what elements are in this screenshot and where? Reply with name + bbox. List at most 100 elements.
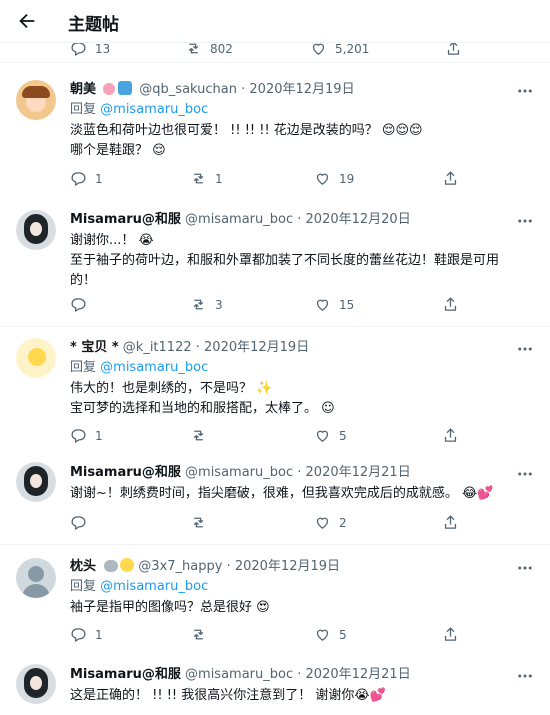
reply-button[interactable]: 1 <box>70 427 103 444</box>
tweet-t5[interactable]: 枕头 @3x7_happy · 2020年12月19日 回复 @misamaru… <box>0 552 550 656</box>
tweet-text-line: 谢谢~！刺绣费时间，指尖磨破，很难，但我喜欢完成后的成就感。 😂💕 <box>70 486 494 501</box>
handle[interactable]: @misamaru_boc <box>185 212 293 227</box>
more-options-icon[interactable] <box>516 212 534 230</box>
tweet-date[interactable]: · 2020年12月20日 <box>297 212 410 227</box>
moon-icon <box>120 558 135 572</box>
retweet-icon <box>193 430 204 441</box>
like-count: 19 <box>339 171 355 186</box>
tweet-header: 枕头 @3x7_happy · 2020年12月19日 <box>70 558 534 576</box>
avatar[interactable] <box>16 338 56 378</box>
reply-count: 13 <box>95 42 111 56</box>
more-options-icon[interactable] <box>516 559 534 577</box>
avatar-hair <box>22 86 50 98</box>
share-button[interactable] <box>442 296 459 313</box>
avatar[interactable] <box>16 558 56 598</box>
display-name[interactable]: Misamaru@和服 <box>70 667 181 682</box>
reply-button[interactable]: 1 <box>70 626 103 643</box>
share-button[interactable] <box>442 427 459 444</box>
tweet-t2[interactable]: Misamaru@和服 @misamaru_boc · 2020年12月20日 … <box>0 204 550 322</box>
reply-button[interactable]: 1 <box>70 170 103 187</box>
display-name[interactable]: 枕头 <box>70 559 96 574</box>
retweet-icon <box>193 173 204 184</box>
display-name[interactable]: Misamaru@和服 <box>70 212 181 227</box>
tweet-text-line: 哪个是鞋跟？ 😌 <box>70 143 166 158</box>
like-count: 2 <box>339 515 347 530</box>
handle[interactable]: @k_it1122 <box>123 340 192 355</box>
tweet-header: Misamaru@和服 @misamaru_boc · 2020年12月21日 <box>70 666 534 684</box>
retweet-button[interactable] <box>190 626 207 643</box>
like-button[interactable]: 2 <box>314 514 347 531</box>
avatar-face <box>28 348 46 366</box>
more-options-icon[interactable] <box>516 667 534 685</box>
handle[interactable]: @misamaru_boc <box>185 465 293 480</box>
more-options-icon[interactable] <box>516 82 534 100</box>
flower-icon <box>103 83 116 95</box>
page-title: 主题帖 <box>68 15 119 35</box>
handle[interactable]: @3x7_happy <box>138 559 222 574</box>
tweet-date[interactable]: · 2020年12月19日 <box>196 340 309 355</box>
tweet-date[interactable]: · 2020年12月21日 <box>297 465 410 480</box>
earth-icon <box>118 81 133 95</box>
rabbit-icon <box>104 560 119 572</box>
like-count: 15 <box>339 297 355 312</box>
more-options-icon[interactable] <box>516 465 534 483</box>
tweet-date[interactable]: · 2020年12月19日 <box>241 82 354 97</box>
tweet-t4[interactable]: Misamaru@和服 @misamaru_boc · 2020年12月21日 … <box>0 456 550 542</box>
share-button[interactable] <box>442 514 459 531</box>
retweet-button[interactable]: 802 <box>185 42 233 57</box>
heart-icon <box>312 43 325 55</box>
retweet-button[interactable]: 1 <box>190 170 223 187</box>
tweet-text-line: 至于袖子的荷叶边，和服和外罩都加装了不同长度的蕾丝花边！鞋跟是可用 <box>70 253 500 268</box>
reply-button[interactable]: 13 <box>70 42 110 57</box>
display-name[interactable]: Misamaru@和服 <box>70 465 181 480</box>
handle[interactable]: @qb_sakuchan <box>139 82 237 97</box>
like-count: 5 <box>339 428 347 443</box>
tweet-t3[interactable]: * 宝贝 * @k_it1122 · 2020年12月19日 回复 @misam… <box>0 332 550 456</box>
retweet-button[interactable] <box>190 514 207 531</box>
avatar[interactable] <box>16 462 56 502</box>
mention-link[interactable]: @misamaru_boc <box>100 360 208 375</box>
display-name[interactable]: * 宝贝 * <box>70 340 119 355</box>
retweet-icon <box>193 629 204 640</box>
retweet-count: 802 <box>210 42 233 56</box>
avatar-body <box>22 584 50 598</box>
more-options-icon[interactable] <box>516 340 534 358</box>
tweet-text-line: 这是正确的！ !! !! 我很高兴你注意到了！ 谢谢你😭💕 <box>70 688 386 703</box>
tweet-date[interactable]: · 2020年12月21日 <box>297 667 410 682</box>
like-button[interactable]: 5 <box>314 427 347 444</box>
mention-link[interactable]: @misamaru_boc <box>100 579 208 594</box>
tweet-text-line: 淡蓝色和荷叶边也很可爱！ !! !! !! 花边是改装的吗？ 😌😌😌 <box>70 123 423 138</box>
display-name[interactable]: 朝美 <box>70 82 96 97</box>
tweet-text-line: 谢谢你...！ 😭 <box>70 233 154 248</box>
avatar[interactable] <box>16 80 56 120</box>
reply-button[interactable] <box>70 296 87 313</box>
share-button[interactable] <box>442 626 459 643</box>
share-button[interactable] <box>445 42 462 57</box>
like-button[interactable]: 5 <box>314 626 347 643</box>
share-icon <box>444 428 457 442</box>
tweet-t1[interactable]: 朝美 @qb_sakuchan · 2020年12月19日 回复 @misama… <box>0 72 550 204</box>
like-button[interactable]: 15 <box>314 296 354 313</box>
avatar[interactable] <box>16 210 56 250</box>
reply-label: 回复 <box>70 360 97 375</box>
back-arrow-icon[interactable] <box>16 10 38 32</box>
handle[interactable]: @misamaru_boc <box>185 667 293 682</box>
retweet-icon <box>193 299 204 310</box>
reply-context: 回复 @misamaru_boc <box>70 359 534 377</box>
retweet-button[interactable] <box>190 427 207 444</box>
tweet-date[interactable]: · 2020年12月19日 <box>227 559 340 574</box>
share-button[interactable] <box>442 170 459 187</box>
like-button[interactable]: 5,201 <box>310 42 369 57</box>
retweet-button[interactable]: 3 <box>190 296 223 313</box>
heart-icon <box>316 629 329 641</box>
heart-icon <box>316 517 329 529</box>
tweet-actions: 1 5 <box>70 427 490 451</box>
avatar-face <box>30 676 42 690</box>
reply-button[interactable] <box>70 514 87 531</box>
like-button[interactable]: 19 <box>314 170 354 187</box>
tweet-header: 朝美 @qb_sakuchan · 2020年12月19日 <box>70 81 534 99</box>
reply-count: 1 <box>95 171 103 186</box>
tweet-t6[interactable]: Misamaru@和服 @misamaru_boc · 2020年12月21日 … <box>0 658 550 715</box>
avatar[interactable] <box>16 664 56 704</box>
mention-link[interactable]: @misamaru_boc <box>100 102 208 117</box>
